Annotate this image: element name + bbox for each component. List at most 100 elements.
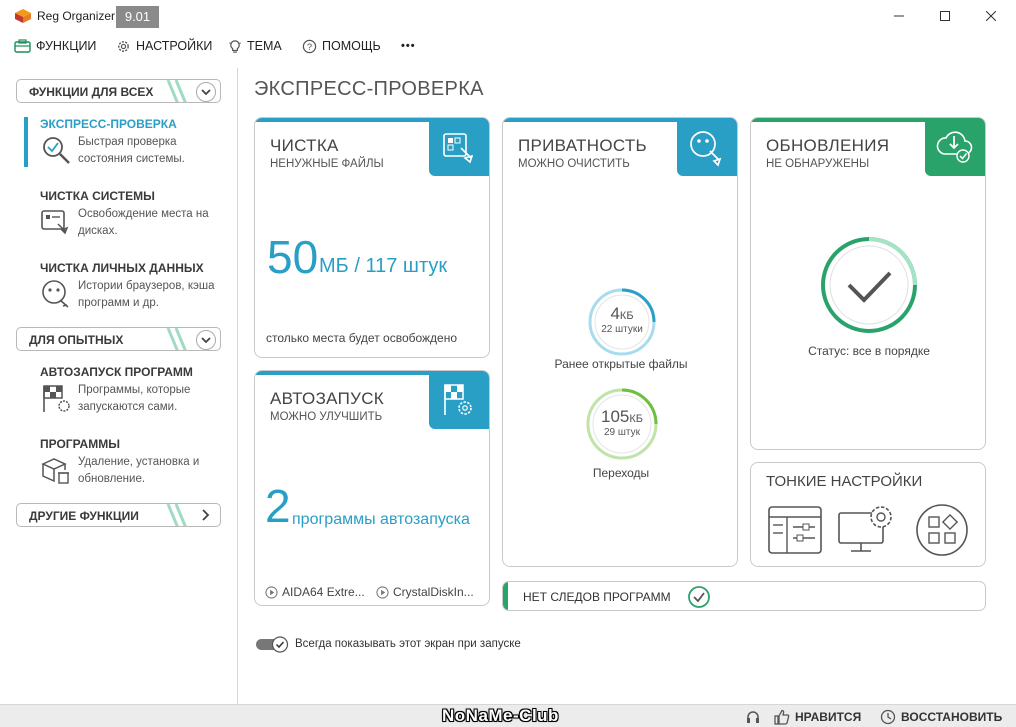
privacy-cleanup-icon	[42, 280, 69, 308]
privacy-badge	[677, 118, 737, 176]
page-title: ЭКСПРЕСС-ПРОВЕРКА	[254, 78, 484, 100]
show-on-startup-option[interactable]: Всегда показывать этот экран при запуске	[255, 635, 521, 653]
sidebar-item-privacy-cleanup-title: ЧИСТКА ЛИЧНЫХ ДАННЫХ	[40, 261, 204, 275]
restore-icon	[880, 709, 896, 724]
sidebar-item-privacy-cleanup-desc: Истории браузеров, кэша программ и др.	[78, 280, 215, 309]
more-icon: •••	[401, 40, 416, 52]
programs-box-icon	[41, 458, 69, 484]
show-on-startup-label: Всегда показывать этот экран при запуске	[295, 638, 521, 650]
sidebar-item-privacy-cleanup[interactable]: ЧИСТКА ЛИЧНЫХ ДАННЫХ Истории браузеров, …	[24, 261, 229, 313]
autostart-app-2[interactable]: CrystalDiskIn...	[376, 585, 474, 599]
apps-grid-icon[interactable]	[915, 503, 969, 557]
menu-functions[interactable]: ФУНКЦИИ	[14, 33, 96, 59]
section-stripes-decoration	[166, 80, 187, 102]
like-button[interactable]: НРАВИТСЯ	[774, 705, 861, 727]
minimize-icon	[894, 15, 904, 17]
section-functions-for-all[interactable]: ФУНКЦИИ ДЛЯ ВСЕХ	[16, 79, 221, 103]
history-metric: 105КБ 29 штук	[585, 387, 659, 461]
like-button-label: НРАВИТСЯ	[795, 709, 862, 724]
headset-icon	[747, 710, 759, 723]
watermark: NoNaMe-Club	[442, 706, 559, 725]
updates-badge	[925, 118, 985, 176]
no-traces-accent	[503, 582, 508, 610]
autostart-flag-icon	[444, 384, 472, 415]
cleanup-badge	[429, 118, 489, 176]
history-size-value: 105	[600, 407, 630, 426]
sidebar-item-autostart[interactable]: АВТОЗАПУСК ПРОГРАММ Программы, которые з…	[24, 365, 229, 417]
section-stripes-decoration	[166, 328, 187, 350]
autostart-badge	[429, 371, 489, 429]
thumbs-up-icon	[774, 709, 790, 725]
section-stripes-decoration	[166, 504, 187, 526]
restore-button[interactable]: ВОССТАНОВИТЬ	[880, 705, 1002, 727]
autostart-card-subtitle: МОЖНО УЛУЧШИТЬ	[270, 411, 383, 423]
recent-files-count: 22 штуки	[601, 324, 643, 335]
check-circle-icon	[688, 586, 710, 608]
tweaks-card[interactable]: ТОНКИЕ НАСТРОЙКИ	[750, 462, 986, 567]
cleanup-size-unit: МБ / 117 штук	[319, 255, 448, 277]
play-circle-icon	[376, 585, 389, 599]
sidebar-item-system-cleanup-desc: Освобождение места на дисках.	[78, 208, 209, 237]
updates-card[interactable]: ОБНОВЛЕНИЯ НЕ ОБНАРУЖЕНЫ Статус: все в п…	[750, 117, 986, 450]
autostart-count-value: 2	[265, 480, 291, 532]
magnifier-check-icon	[43, 137, 70, 164]
history-size: 105КБ	[585, 407, 659, 427]
no-traces-bar[interactable]: НЕТ СЛЕДОВ ПРОГРАММ	[502, 581, 986, 611]
menu-more[interactable]: •••	[401, 33, 416, 59]
cleanup-size-value: 50	[267, 231, 319, 283]
privacy-card-subtitle: МОЖНО ОЧИСТИТЬ	[518, 158, 630, 170]
disk-cleanup-icon	[443, 133, 474, 164]
section-other-functions-label: ДРУГИЕ ФУНКЦИИ	[29, 509, 139, 523]
autostart-card[interactable]: АВТОЗАПУСК МОЖНО УЛУЧШИТЬ 2 программы ав…	[254, 370, 490, 606]
menu-settings[interactable]: НАСТРОЙКИ	[116, 33, 212, 59]
lightbulb-icon	[229, 39, 241, 53]
history-label: Переходы	[592, 466, 650, 480]
startup-toggle-switch[interactable]	[255, 635, 289, 653]
minimize-button[interactable]	[876, 0, 922, 32]
privacy-card[interactable]: ПРИВАТНОСТЬ МОЖНО ОЧИСТИТЬ 4КБ 22 штуки …	[502, 117, 738, 567]
section-other-functions[interactable]: ДРУГИЕ ФУНКЦИИ	[16, 503, 221, 527]
section-advanced[interactable]: ДЛЯ ОПЫТНЫХ	[16, 327, 221, 351]
app-window: Reg Organizer 9.01 ФУНКЦИИ НАСТРОЙКИ ТЕМ…	[0, 0, 1016, 727]
cleanup-card[interactable]: ЧИСТКА НЕНУЖНЫЕ ФАЙЛЫ 50 МБ / 117 штук с…	[254, 117, 490, 358]
sidebar-item-express-check-desc: Быстрая проверка состояния системы.	[78, 136, 185, 165]
sidebar: ФУНКЦИИ ДЛЯ ВСЕХ ЭКСПРЕСС-ПРОВЕРКА Быстр…	[0, 68, 238, 704]
autostart-card-title: АВТОЗАПУСК	[270, 389, 384, 408]
menu-functions-label: ФУНКЦИИ	[36, 39, 97, 53]
computer-gear-icon[interactable]	[837, 503, 899, 557]
chevron-down-icon	[196, 82, 216, 102]
status-ok-check-icon	[821, 237, 917, 333]
no-traces-label: НЕТ СЛЕДОВ ПРОГРАММ	[523, 590, 671, 604]
sidebar-item-programs[interactable]: ПРОГРАММЫ Удаление, установка и обновлен…	[24, 437, 229, 489]
settings-panel-icon[interactable]	[767, 505, 823, 555]
window-title: Reg Organizer	[37, 9, 116, 23]
section-functions-for-all-label: ФУНКЦИИ ДЛЯ ВСЕХ	[29, 85, 154, 99]
sidebar-item-programs-title: ПРОГРАММЫ	[40, 437, 120, 451]
restore-button-label: ВОССТАНОВИТЬ	[901, 709, 1003, 724]
close-button[interactable]	[968, 0, 1014, 32]
autostart-app-1[interactable]: AIDA64 Extre...	[265, 585, 365, 599]
active-indicator	[24, 117, 28, 167]
autostart-app-1-label: AIDA64 Extre...	[282, 585, 365, 599]
reg-organizer-logo-icon	[15, 9, 31, 23]
chevron-right-icon	[196, 506, 216, 526]
sidebar-item-programs-desc: Удаление, установка и обновление.	[78, 456, 200, 485]
recent-files-size-value: 4	[610, 304, 620, 323]
history-count: 29 штук	[604, 427, 640, 438]
sidebar-item-system-cleanup[interactable]: ЧИСТКА СИСТЕМЫ Освобождение места на дис…	[24, 189, 229, 241]
support-button[interactable]	[745, 705, 761, 727]
sidebar-item-system-cleanup-title: ЧИСТКА СИСТЕМЫ	[40, 189, 155, 203]
maximize-button[interactable]	[922, 0, 968, 32]
cleanup-card-subtitle: НЕНУЖНЫЕ ФАЙЛЫ	[270, 158, 384, 170]
autostart-app-2-label: CrystalDiskIn...	[393, 585, 474, 599]
privacy-card-title: ПРИВАТНОСТЬ	[518, 136, 647, 155]
menu-theme[interactable]: ТЕМА	[228, 33, 282, 59]
sidebar-item-express-check-title: ЭКСПРЕСС-ПРОВЕРКА	[40, 117, 177, 131]
menu-help[interactable]: ? ПОМОЩЬ	[302, 33, 381, 59]
updates-card-subtitle: НЕ ОБНАРУЖЕНЫ	[766, 158, 870, 170]
functions-icon	[14, 39, 31, 53]
menu-settings-label: НАСТРОЙКИ	[136, 39, 213, 53]
help-icon: ?	[302, 39, 317, 53]
sidebar-item-express-check[interactable]: ЭКСПРЕСС-ПРОВЕРКА Быстрая проверка состо…	[24, 117, 229, 169]
sidebar-item-autostart-title: АВТОЗАПУСК ПРОГРАММ	[40, 365, 193, 379]
